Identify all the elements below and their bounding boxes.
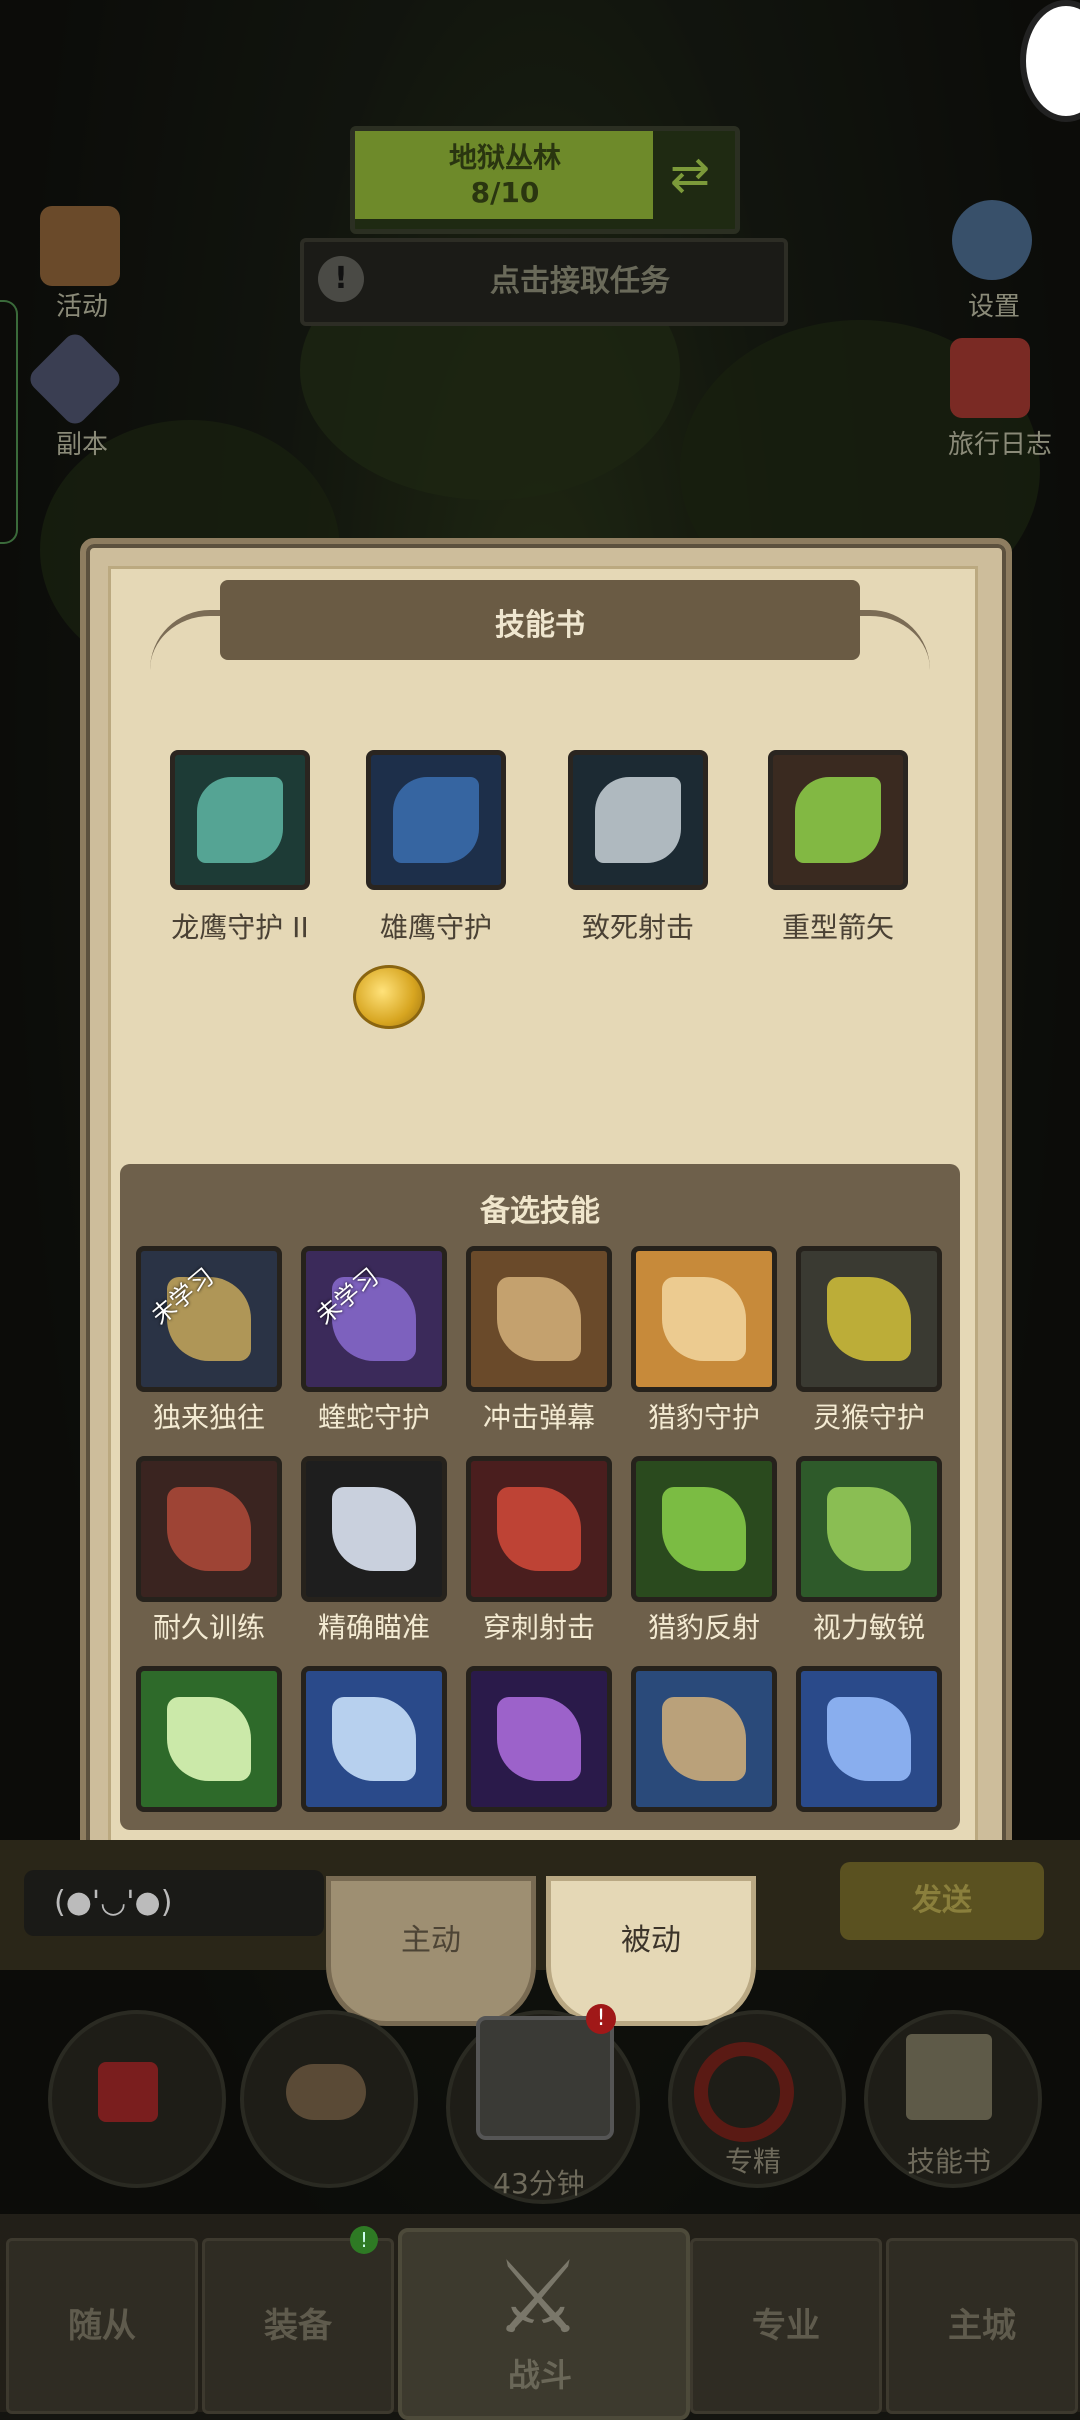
equipped-skill-label: 致死射击 [581, 911, 694, 944]
heavy-arrow-icon[interactable] [768, 750, 908, 890]
icon-glyph [167, 1697, 251, 1781]
side-label-dungeon[interactable]: 副本 [12, 424, 152, 461]
equipment-badge: ! [350, 2226, 378, 2254]
coin-icon[interactable] [353, 965, 425, 1029]
icon-glyph [662, 1697, 746, 1781]
icon-glyph [827, 1277, 911, 1361]
icon-glyph [827, 1697, 911, 1781]
body-icon[interactable] [136, 1456, 282, 1602]
nav-main-city[interactable]: 主城 [886, 2238, 1078, 2414]
crossed-swords-icon: ⚔ [493, 2239, 583, 2356]
skillbook-label: 技能书 [906, 2145, 991, 2178]
chest-icon [476, 2016, 614, 2140]
send-button[interactable]: 发送 [840, 1862, 1044, 1940]
phoenix-icon[interactable] [136, 1666, 282, 1812]
zone-progress-count: 8/10 [470, 176, 540, 209]
hunter-icon[interactable] [796, 1666, 942, 1812]
icon-glyph [662, 1277, 746, 1361]
icon-glyph [332, 1697, 416, 1781]
skill-label: 冲击弹幕 [482, 1401, 595, 1434]
tab-passive-skills[interactable]: 被动 [546, 1876, 756, 2026]
book-icon[interactable] [950, 338, 1030, 418]
gear-icon[interactable] [952, 200, 1032, 280]
swap-zone-icon[interactable]: ⇄ [660, 140, 720, 210]
dialog-title: 技能书 [495, 608, 585, 643]
tab-active-skills[interactable]: 主动 [326, 1876, 536, 2026]
target-icon [694, 2042, 794, 2142]
skill-label: 耐久训练 [152, 1611, 265, 1644]
nav-battle-label: 战斗 [507, 2356, 572, 2394]
side-label-activity[interactable]: 活动 [12, 286, 152, 323]
zone-title: 地狱丛林 [448, 141, 561, 174]
nav-followers[interactable]: 随从 [6, 2238, 198, 2414]
nav-equipment[interactable]: 装备 [202, 2238, 394, 2414]
blade-icon[interactable] [466, 1246, 612, 1392]
skill-label: 视力敏锐 [812, 1611, 925, 1644]
skill-label: 独来独往 [152, 1401, 265, 1434]
arrow-icon[interactable] [568, 750, 708, 890]
icon-glyph [595, 777, 681, 863]
skill-label: 蝰蛇守护 [317, 1401, 430, 1434]
nav-profession[interactable]: 专业 [690, 2238, 882, 2414]
purple-arrow-icon[interactable] [466, 1666, 612, 1812]
skill-label: 猎豹守护 [647, 1401, 760, 1434]
side-label-settings[interactable]: 设置 [924, 286, 1064, 323]
streak-icon[interactable] [631, 1456, 777, 1602]
bread-icon [286, 2064, 366, 2120]
skill-label: 猎豹反射 [647, 1611, 760, 1644]
icon-glyph [497, 1487, 581, 1571]
cheetah-icon[interactable] [631, 1246, 777, 1392]
archer-icon[interactable] [301, 1666, 447, 1812]
eagle-head-icon[interactable] [796, 1456, 942, 1602]
scroll-icon[interactable] [40, 206, 120, 286]
icon-glyph [197, 777, 283, 863]
skillbook-icon [906, 2034, 992, 2120]
icon-glyph [332, 1487, 416, 1571]
skill-label: 精确瞄准 [317, 1611, 430, 1644]
chest-timer: 43分钟 [493, 2167, 585, 2200]
griffin-icon[interactable] [631, 1666, 777, 1812]
crosshair-icon[interactable] [301, 1456, 447, 1602]
equipped-skill-label: 重型箭矢 [781, 911, 894, 944]
icon-glyph [827, 1487, 911, 1571]
icon-glyph [662, 1487, 746, 1571]
equipped-skill-label: 雄鹰守护 [379, 911, 492, 944]
emote-input[interactable]: (●'◡'●) [24, 1870, 324, 1936]
alternative-skills-title: 备选技能 [480, 1194, 600, 1229]
icon-glyph [795, 777, 881, 863]
icon-glyph [497, 1697, 581, 1781]
specialization-label: 专精 [724, 2145, 781, 2178]
equipped-skill-label: 龙鹰守护 II [171, 911, 309, 944]
skill-label: 灵猴守护 [812, 1401, 925, 1434]
skill-label: 穿刺射击 [482, 1611, 595, 1644]
dragonhawk-icon[interactable] [170, 750, 310, 890]
monkey-fist-icon[interactable] [796, 1246, 942, 1392]
spear-icon[interactable]: 未学习 [136, 1246, 282, 1392]
side-label-travel-log[interactable]: 旅行日志 [920, 424, 1080, 461]
icon-glyph [393, 777, 479, 863]
viper-eye-icon[interactable]: 未学习 [301, 1246, 447, 1392]
side-drawer-tab[interactable] [0, 300, 18, 544]
alert-badge: ! [586, 2004, 616, 2034]
task-alert-icon: ! [318, 256, 364, 302]
pierce-arrow-icon[interactable] [466, 1456, 612, 1602]
potion-icon [98, 2062, 158, 2122]
eagle-swirl-icon[interactable] [366, 750, 506, 890]
icon-glyph [167, 1487, 251, 1571]
task-label: 点击接取任务 [490, 264, 670, 299]
icon-glyph [497, 1277, 581, 1361]
